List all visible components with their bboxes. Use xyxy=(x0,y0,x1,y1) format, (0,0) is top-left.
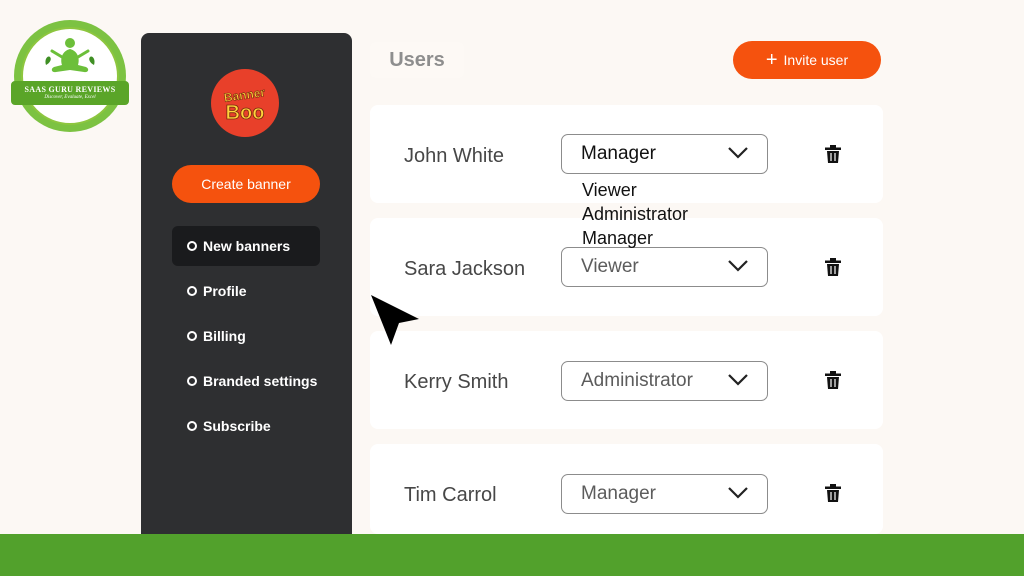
circle-bullet-icon xyxy=(187,376,197,386)
sidebar-item-profile[interactable]: Profile xyxy=(172,271,320,311)
role-option-manager[interactable]: Manager xyxy=(582,226,688,250)
create-banner-button[interactable]: Create banner xyxy=(172,165,320,203)
sidebar-item-label: Billing xyxy=(203,328,246,344)
sidebar-item-label: Subscribe xyxy=(203,418,271,434)
user-name: Tim Carrol xyxy=(404,484,497,506)
sidebar-item-label: Branded settings xyxy=(203,373,318,389)
user-card: Tim Carrol Manager xyxy=(370,444,883,534)
watermark-inner: SAAS GURU REVIEWS Discover, Evaluate, Ex… xyxy=(11,27,129,125)
watermark-title: SAAS GURU REVIEWS xyxy=(24,85,116,94)
role-select-value: Administrator xyxy=(581,370,693,391)
role-select-value: Manager xyxy=(581,143,656,164)
role-select[interactable]: Manager xyxy=(561,474,768,514)
role-select-value: Viewer xyxy=(581,256,639,277)
trash-icon[interactable] xyxy=(825,258,841,276)
trash-icon[interactable] xyxy=(825,371,841,389)
role-select[interactable]: Administrator xyxy=(561,361,768,401)
trash-icon[interactable] xyxy=(825,145,841,163)
mouse-pointer-icon xyxy=(371,295,419,345)
page-title: Users xyxy=(370,42,464,78)
user-name: Kerry Smith xyxy=(404,371,509,393)
circle-bullet-icon xyxy=(187,286,197,296)
user-card: Kerry Smith Administrator xyxy=(370,331,883,429)
trash-icon[interactable] xyxy=(825,484,841,502)
meditation-figure-icon xyxy=(45,38,95,73)
watermark-tagline: Discover, Evaluate, Excel xyxy=(44,95,96,100)
sidebar-item-label: Profile xyxy=(203,283,247,299)
chevron-down-icon xyxy=(728,374,748,386)
footer-band xyxy=(0,534,1024,576)
role-select-value: Manager xyxy=(581,483,656,504)
role-option-viewer[interactable]: Viewer xyxy=(582,178,688,202)
saas-guru-reviews-watermark: SAAS GURU REVIEWS Discover, Evaluate, Ex… xyxy=(11,20,129,132)
invite-user-button[interactable]: + Invite user xyxy=(733,41,881,79)
plus-icon: + xyxy=(765,49,778,71)
chevron-down-icon xyxy=(728,260,748,272)
circle-bullet-icon xyxy=(187,241,197,251)
svg-text:Boo: Boo xyxy=(226,102,265,124)
role-select[interactable]: Viewer xyxy=(561,247,768,287)
user-name: Sara Jackson xyxy=(404,258,526,280)
role-select[interactable]: Manager xyxy=(561,134,768,174)
sidebar-item-billing[interactable]: Billing xyxy=(172,316,320,356)
sidebar-item-branded-settings[interactable]: Branded settings xyxy=(172,361,320,401)
invite-user-label: Invite user xyxy=(783,52,849,68)
sidebar-item-new-banners[interactable]: New banners xyxy=(172,226,320,266)
role-dropdown-options: Viewer Administrator Manager xyxy=(582,178,688,250)
bannerboo-logo-icon: Banner Boo xyxy=(223,85,267,125)
sidebar: Banner Boo Create banner New banners Pro… xyxy=(141,33,352,553)
chevron-down-icon xyxy=(728,487,748,499)
circle-bullet-icon xyxy=(187,331,197,341)
bannerboo-logo[interactable]: Banner Boo xyxy=(211,69,279,137)
role-option-administrator[interactable]: Administrator xyxy=(582,202,688,226)
watermark-ribbon: SAAS GURU REVIEWS Discover, Evaluate, Ex… xyxy=(11,81,129,105)
sidebar-item-label: New banners xyxy=(203,238,291,254)
chevron-down-icon xyxy=(728,147,748,159)
sidebar-item-subscribe[interactable]: Subscribe xyxy=(172,406,320,446)
sidebar-nav: New banners Profile Billing Branded sett… xyxy=(172,226,320,451)
user-name: John White xyxy=(404,145,505,167)
circle-bullet-icon xyxy=(187,421,197,431)
